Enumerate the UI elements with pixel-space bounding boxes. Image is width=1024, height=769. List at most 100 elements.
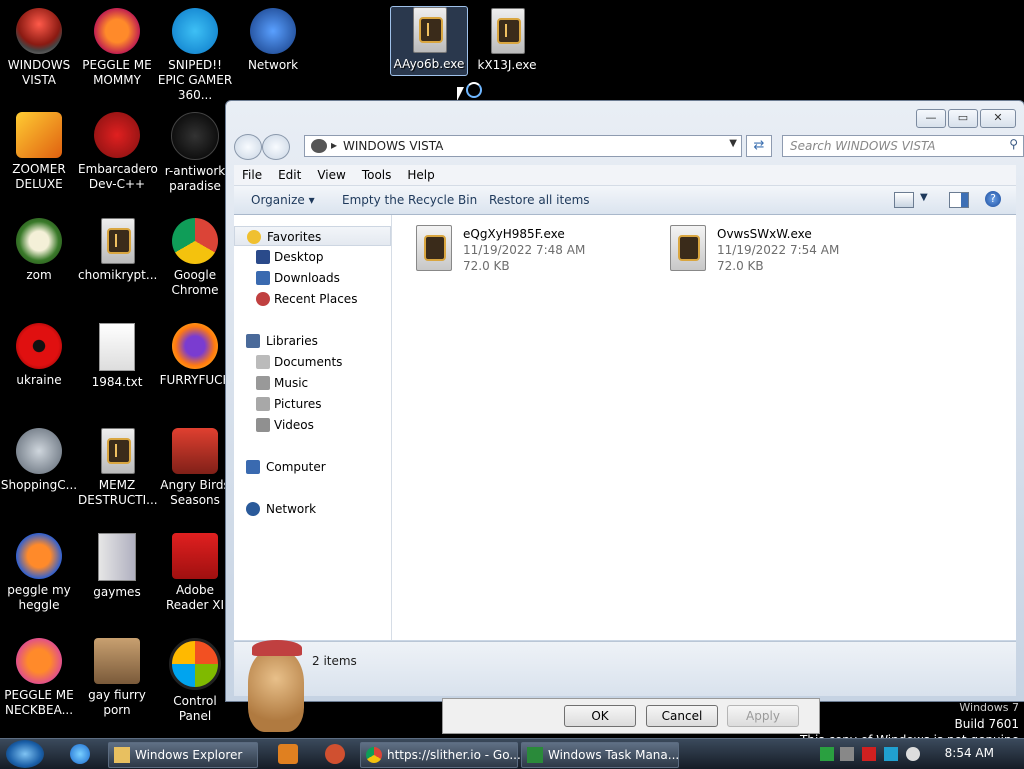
chevron-down-icon[interactable]: ▼: [920, 192, 928, 203]
desktop-icon-sniped[interactable]: SNIPED!! EPIC GAMER 360...: [156, 8, 234, 103]
cancel-button[interactable]: Cancel: [646, 705, 718, 727]
desktop-icon-shopping[interactable]: ShoppingC...: [0, 428, 78, 493]
nav-pictures[interactable]: Pictures: [234, 394, 391, 414]
nav-documents[interactable]: Documents: [234, 352, 391, 372]
organize-button[interactable]: Organize ▾: [251, 193, 315, 207]
desktop-icon-label: Google Chrome: [171, 268, 219, 297]
apply-button[interactable]: Apply: [727, 705, 799, 727]
desktop-icon-peggle-me-mommy[interactable]: PEGGLE ME MOMMY: [78, 8, 156, 88]
desktop-icon-aayo6b[interactable]: AAyo6b.exe: [390, 6, 468, 76]
box-icon: [94, 638, 140, 684]
restore-all-button[interactable]: Restore all items: [489, 193, 590, 207]
nav-downloads[interactable]: Downloads: [234, 268, 391, 288]
flower-icon: [16, 218, 62, 264]
address-bar[interactable]: ▸ WINDOWS VISTA ▼: [304, 135, 742, 157]
desktop-icon-ukraine[interactable]: ukraine: [0, 323, 78, 388]
desktop-icon-windows-vista[interactable]: WINDOWS VISTA: [0, 8, 78, 88]
tray-icon[interactable]: [840, 747, 854, 761]
app-icon[interactable]: [325, 744, 345, 764]
nav-label: Libraries: [266, 334, 318, 348]
desktop-icon-label: MEMZ DESTRUCTI...: [78, 478, 158, 507]
nav-recent-places[interactable]: Recent Places: [234, 289, 391, 309]
file-item[interactable]: eQgXyH985F.exe 11/19/2022 7:48 AM 72.0 K…: [416, 225, 656, 275]
back-button[interactable]: [234, 134, 262, 160]
ok-button[interactable]: OK: [564, 705, 636, 727]
nav-libraries[interactable]: Libraries: [234, 331, 391, 351]
maximize-button[interactable]: ▭: [948, 109, 978, 128]
chrome-icon: [366, 747, 382, 763]
computer-icon: [246, 460, 260, 474]
start-button[interactable]: [6, 740, 44, 768]
clock[interactable]: 8:54 AM: [945, 746, 994, 760]
desktop-icon-angry-birds[interactable]: Angry Birds Seasons: [156, 428, 234, 508]
nav-computer[interactable]: Computer: [234, 457, 391, 477]
desktop-icon-adobe-reader[interactable]: Adobe Reader XI: [156, 533, 234, 613]
nav-videos[interactable]: Videos: [234, 415, 391, 435]
taskbar-task-manager[interactable]: Windows Task Mana...: [521, 742, 679, 768]
folder-icon: [114, 747, 130, 763]
menu-tools[interactable]: Tools: [354, 165, 400, 182]
desktop-icon-label: SNIPED!! EPIC GAMER 360...: [157, 58, 233, 102]
empty-recycle-bin-button[interactable]: Empty the Recycle Bin: [342, 193, 477, 207]
organize-label: Organize: [251, 193, 305, 207]
desktop-icon-1984-txt[interactable]: 1984.txt: [78, 323, 156, 390]
desktop-icon-gay-fiurry[interactable]: gay fiurry porn: [78, 638, 156, 718]
nav-favorites[interactable]: Favorites: [234, 226, 391, 246]
search-icon[interactable]: ⚲: [1009, 137, 1018, 151]
desktop-icon-gaymes[interactable]: gaymes: [78, 533, 156, 600]
minimize-button[interactable]: —: [916, 109, 946, 128]
desktop-icon-label: ZOOMER DELUXE: [12, 162, 66, 191]
forward-button[interactable]: [262, 134, 290, 160]
volume-icon[interactable]: [906, 747, 920, 761]
desktop-icon-memz[interactable]: MEMZ DESTRUCTI...: [78, 428, 158, 508]
desktop-icon-chomikrypt[interactable]: chomikrypt...: [78, 218, 157, 283]
menu-view[interactable]: View: [309, 165, 353, 182]
dev-cpp-icon: [94, 112, 140, 158]
exe-file-icon: [97, 428, 137, 474]
desktop-icon-network[interactable]: Network: [234, 8, 312, 73]
desktop-icon-peggle-my-heggle[interactable]: peggle my heggle: [0, 533, 78, 613]
control-panel-icon: [169, 638, 221, 690]
nav-network[interactable]: Network: [234, 499, 391, 519]
desktop-icon-kx13j[interactable]: kX13J.exe: [468, 8, 546, 73]
menu-edit[interactable]: Edit: [270, 165, 309, 182]
help-icon[interactable]: ?: [985, 191, 1001, 207]
desktop-icon-control-panel[interactable]: Control Panel: [156, 638, 234, 724]
preview-pane-icon[interactable]: [949, 192, 969, 208]
desktop-icon-furry[interactable]: FURRYFUCK: [156, 323, 234, 388]
desktop-icon-label: gay fiurry porn: [88, 688, 146, 717]
taskbar-windows-explorer[interactable]: Windows Explorer: [108, 742, 258, 768]
angry-birds-icon: [172, 428, 218, 474]
zoomer-icon: [16, 112, 62, 158]
search-input[interactable]: Search WINDOWS VISTA ⚲: [782, 135, 1024, 157]
desktop-icon-r-antiwork[interactable]: r-antiwork paradise: [156, 112, 234, 194]
menu-file[interactable]: File: [234, 165, 270, 182]
nav-label: Downloads: [274, 271, 340, 285]
desktop-icon-dev-cpp[interactable]: Embarcadero Dev-C++: [78, 112, 158, 192]
desktop-icon-google-chrome[interactable]: Google Chrome: [156, 218, 234, 298]
media-player-icon[interactable]: [278, 744, 298, 764]
busy-spinner-icon: [466, 82, 482, 98]
desktop-icon-label: 1984.txt: [91, 375, 143, 389]
nav-music[interactable]: Music: [234, 373, 391, 393]
network-tray-icon[interactable]: [884, 747, 898, 761]
network-icon: [246, 502, 260, 516]
item-count: 2 items: [312, 654, 357, 668]
refresh-button[interactable]: ⇄: [746, 135, 772, 157]
nav-desktop[interactable]: Desktop: [234, 247, 391, 267]
view-options-icon[interactable]: [894, 192, 914, 208]
pictures-icon: [256, 397, 270, 411]
menu-help[interactable]: Help: [399, 165, 442, 182]
watermark-build: Build 7601: [954, 717, 1019, 731]
breadcrumb-arrow-icon[interactable]: ▸: [331, 138, 337, 152]
chevron-down-icon[interactable]: ▼: [729, 138, 737, 149]
desktop-icon-peggle-neckbeard[interactable]: PEGGLE ME NECKBEA...: [0, 638, 78, 718]
taskbar-chrome[interactable]: https://slither.io - Go...: [360, 742, 521, 768]
desktop-icon-zoomer-deluxe[interactable]: ZOOMER DELUXE: [0, 112, 78, 192]
file-item[interactable]: OvwsSWxW.exe 11/19/2022 7:54 AM 72.0 KB: [670, 225, 910, 275]
desktop-icon-zom[interactable]: zom: [0, 218, 78, 283]
tray-icon[interactable]: [820, 747, 834, 761]
flag-icon[interactable]: [862, 747, 876, 761]
internet-explorer-icon[interactable]: [70, 744, 90, 764]
close-button[interactable]: ✕: [980, 109, 1016, 128]
